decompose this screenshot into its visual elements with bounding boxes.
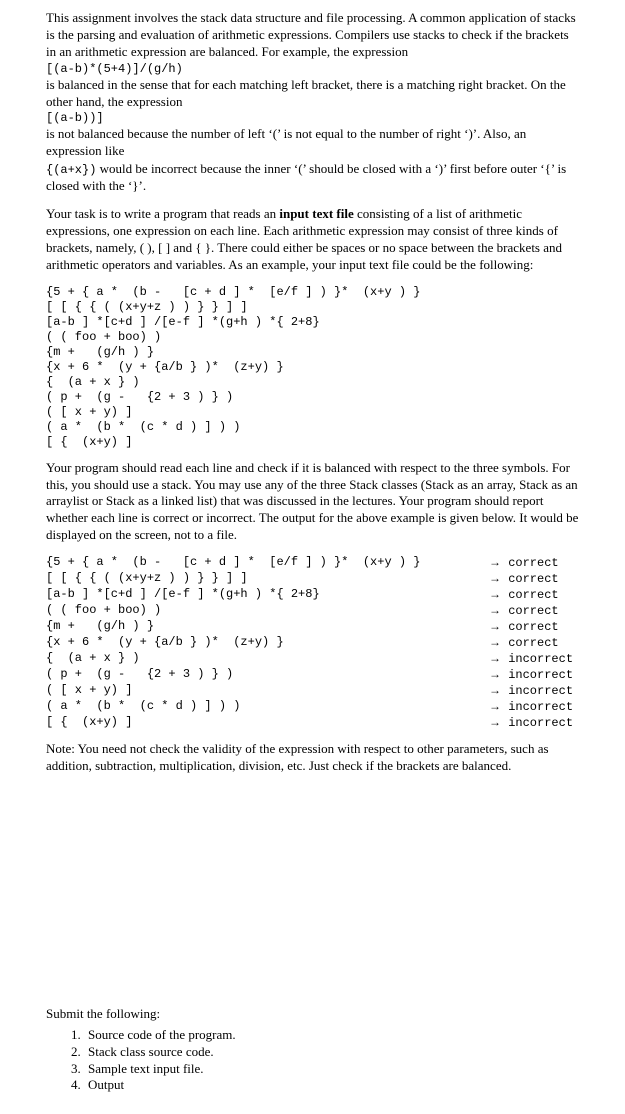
input-line: ( ( foo + boo) ) — [46, 330, 579, 345]
result-expr: ( a * (b * (c * d ) ] ) ) — [46, 699, 240, 715]
result-expr: [a-b ] *[c+d ] /[e-f ] *(g+h ) *{ 2+8} — [46, 587, 320, 603]
input-line: ( [ x + y) ] — [46, 405, 579, 420]
output-results-block: {5 + { a * (b - [c + d ] * [e/f ] ) }* (… — [46, 555, 579, 731]
result-status: → incorrect — [489, 715, 579, 731]
arrow-icon: → — [489, 571, 501, 585]
result-status: → correct — [489, 587, 579, 603]
status-text: incorrect — [508, 668, 573, 682]
input-line: {5 + { a * (b - [c + d ] * [e/f ] ) }* (… — [46, 285, 579, 300]
result-expr: ( p + (g - {2 + 3 ) } ) — [46, 667, 233, 683]
submit-item: Stack class source code. — [84, 1044, 579, 1061]
arrow-icon: → — [489, 651, 501, 665]
result-status: → correct — [489, 603, 579, 619]
result-expr: [ { (x+y) ] — [46, 715, 132, 731]
arrow-icon: → — [489, 699, 501, 713]
arrow-icon: → — [489, 619, 501, 633]
submit-list: Source code of the program. Stack class … — [46, 1027, 579, 1095]
result-row: {x + 6 * (y + {a/b } )* (z+y) } → correc… — [46, 635, 579, 651]
input-line: { (a + x } ) — [46, 375, 579, 390]
explain-paragraph: Your program should read each line and c… — [46, 460, 579, 544]
input-line: [ { (x+y) ] — [46, 435, 579, 450]
result-status: → correct — [489, 635, 579, 651]
result-row: ( [ x + y) ] → incorrect — [46, 683, 579, 699]
submit-item: Sample text input file. — [84, 1061, 579, 1078]
note-paragraph: Note: You need not check the validity of… — [46, 741, 579, 775]
intro-expr-2: [(a-b))] — [46, 111, 579, 126]
arrow-icon: → — [489, 603, 501, 617]
intro-expr-3: {(a+x}) — [46, 163, 96, 177]
status-text: correct — [508, 588, 558, 602]
result-row: ( ( foo + boo) ) → correct — [46, 603, 579, 619]
result-expr: {5 + { a * (b - [c + d ] * [e/f ] ) }* (… — [46, 555, 420, 571]
intro-expr-1: [(a-b)*(5+4)]/(g/h) — [46, 62, 579, 77]
status-text: correct — [508, 556, 558, 570]
input-line: ( a * (b * (c * d ) ] ) ) — [46, 420, 579, 435]
arrow-icon: → — [489, 683, 501, 697]
result-expr: {x + 6 * (y + {a/b } )* (z+y) } — [46, 635, 284, 651]
result-expr: [ [ { { ( (x+y+z ) ) } } ] ] — [46, 571, 248, 587]
result-status: → correct — [489, 571, 579, 587]
intro-paragraph-3: is not balanced because the number of le… — [46, 126, 579, 160]
status-text: correct — [508, 636, 558, 650]
result-row: {m + (g/h ) } → correct — [46, 619, 579, 635]
input-line: {x + 6 * (y + {a/b } )* (z+y) } — [46, 360, 579, 375]
result-status: → correct — [489, 555, 579, 571]
arrow-icon: → — [489, 587, 501, 601]
arrow-icon: → — [489, 635, 501, 649]
result-status: → incorrect — [489, 699, 579, 715]
result-row: [ { (x+y) ] → incorrect — [46, 715, 579, 731]
input-line: [ [ { { ( (x+y+z ) ) } } ] ] — [46, 300, 579, 315]
result-expr: { (a + x } ) — [46, 651, 140, 667]
arrow-icon: → — [489, 667, 501, 681]
result-expr: ( [ x + y) ] — [46, 683, 132, 699]
input-line: [a-b ] *[c+d ] /[e-f ] *(g+h ) *{ 2+8} — [46, 315, 579, 330]
result-row: {5 + { a * (b - [c + d ] * [e/f ] ) }* (… — [46, 555, 579, 571]
result-row: ( a * (b * (c * d ) ] ) ) → incorrect — [46, 699, 579, 715]
result-expr: ( ( foo + boo) ) — [46, 603, 161, 619]
result-status: → incorrect — [489, 667, 579, 683]
input-file-block: {5 + { a * (b - [c + d ] * [e/f ] ) }* (… — [46, 285, 579, 450]
result-status: → incorrect — [489, 683, 579, 699]
status-text: incorrect — [508, 716, 573, 730]
intro-paragraph-3b: {(a+x}) would be incorrect because the i… — [46, 161, 579, 195]
arrow-icon: → — [489, 715, 501, 729]
status-text: correct — [508, 572, 558, 586]
task-text-a: Your task is to write a program that rea… — [46, 206, 279, 221]
task-bold: input text file — [279, 206, 353, 221]
submit-heading: Submit the following: — [46, 1006, 579, 1023]
result-status: → incorrect — [489, 651, 579, 667]
status-text: incorrect — [508, 652, 573, 666]
status-text: incorrect — [508, 684, 573, 698]
result-row: [ [ { { ( (x+y+z ) ) } } ] ] → correct — [46, 571, 579, 587]
task-paragraph: Your task is to write a program that rea… — [46, 206, 579, 274]
result-status: → correct — [489, 619, 579, 635]
status-text: correct — [508, 620, 558, 634]
input-line: {m + (g/h ) } — [46, 345, 579, 360]
intro-paragraph-1: This assignment involves the stack data … — [46, 10, 579, 61]
result-row: { (a + x } ) → incorrect — [46, 651, 579, 667]
intro-text-3b: would be incorrect because the inner ‘(’… — [46, 161, 566, 193]
submit-item: Output — [84, 1077, 579, 1094]
arrow-icon: → — [489, 555, 501, 569]
result-row: ( p + (g - {2 + 3 ) } ) → incorrect — [46, 667, 579, 683]
status-text: correct — [508, 604, 558, 618]
input-line: ( p + (g - {2 + 3 ) } ) — [46, 390, 579, 405]
result-expr: {m + (g/h ) } — [46, 619, 154, 635]
status-text: incorrect — [508, 700, 573, 714]
intro-paragraph-2: is balanced in the sense that for each m… — [46, 77, 579, 111]
submit-item: Source code of the program. — [84, 1027, 579, 1044]
result-row: [a-b ] *[c+d ] /[e-f ] *(g+h ) *{ 2+8} →… — [46, 587, 579, 603]
